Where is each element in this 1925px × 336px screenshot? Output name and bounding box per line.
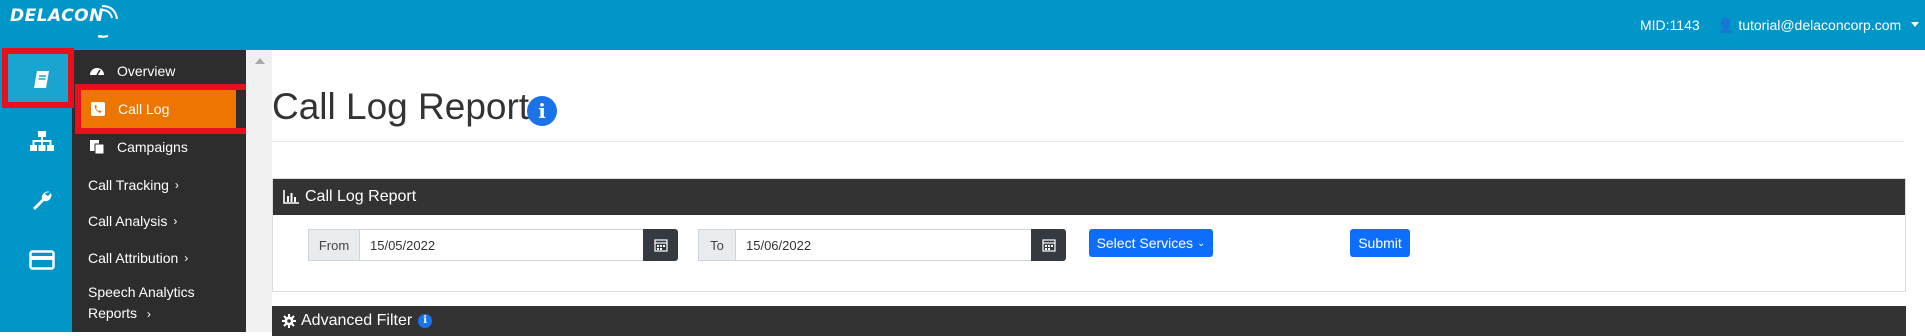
book-icon xyxy=(34,71,49,88)
billing-nav-button[interactable] xyxy=(6,234,78,286)
user-menu[interactable]: 👤 tutorial@delaconcorp.com xyxy=(1717,17,1901,34)
panel-header: Call Log Report xyxy=(273,179,1905,215)
mid-label: MID:1143 xyxy=(1640,17,1700,33)
credit-card-icon xyxy=(29,250,55,270)
info-icon[interactable]: i xyxy=(418,314,433,328)
top-navbar: DELACON MID:1143 👤 tutorial@delaconcorp.… xyxy=(0,0,1925,50)
sitemap-nav-button[interactable] xyxy=(6,115,78,167)
calendar-icon xyxy=(653,239,668,252)
gear-icon xyxy=(282,314,296,328)
select-services-dropdown[interactable]: Select Services ⌄ xyxy=(1089,229,1213,257)
copy-icon xyxy=(90,140,105,155)
logo-waves-icon xyxy=(98,5,118,38)
advanced-filter-title: Advanced Filter xyxy=(301,312,413,329)
divider xyxy=(272,141,1904,142)
scrollbar[interactable] xyxy=(246,50,272,332)
menu-item-label: Speech Analytics xyxy=(88,283,195,300)
chevron-right-icon: › xyxy=(173,214,178,228)
settings-nav-button[interactable] xyxy=(6,174,78,226)
user-email: tutorial@delaconcorp.com xyxy=(1738,17,1902,33)
phone-square-icon xyxy=(91,102,105,116)
sitemap-icon xyxy=(30,131,54,151)
menu-item-label: Call Attribution xyxy=(88,250,179,266)
panel-title: Call Log Report xyxy=(305,188,417,205)
menu-item-speech-analytics[interactable]: Speech Analytics Reports › xyxy=(72,276,246,330)
menu-item-label: Call Log xyxy=(118,101,170,117)
bar-chart-icon xyxy=(283,190,299,204)
menu-item-campaigns[interactable]: Campaigns xyxy=(72,128,246,166)
page-title: Call Log Report xyxy=(272,86,530,127)
to-date-input[interactable]: 15/06/2022 xyxy=(735,229,1032,261)
chevron-down-icon: ⌄ xyxy=(1197,237,1206,249)
menu-item-label: Call Tracking xyxy=(88,177,169,193)
icon-sidebar xyxy=(0,50,78,332)
menu-item-label: Campaigns xyxy=(117,139,188,155)
reports-submenu: Overview Call Log Campaigns Call Trackin… xyxy=(72,50,246,332)
logo: DELACON xyxy=(10,6,104,26)
menu-item-call-analysis[interactable]: Call Analysis › xyxy=(72,202,246,240)
from-calendar-button[interactable] xyxy=(643,229,678,261)
scroll-up-arrow-icon[interactable] xyxy=(255,58,265,64)
from-label: From xyxy=(308,229,360,261)
menu-item-call-log[interactable]: Call Log xyxy=(80,90,236,128)
call-log-report-panel: Call Log Report From 15/05/2022 To 15/06… xyxy=(272,178,1906,292)
to-label: To xyxy=(698,229,736,261)
info-icon[interactable]: i xyxy=(527,96,557,126)
menu-item-call-tracking[interactable]: Call Tracking › xyxy=(72,166,246,204)
menu-item-overview[interactable]: Overview xyxy=(72,52,246,90)
wrench-icon xyxy=(33,191,52,210)
calendar-icon xyxy=(1041,239,1056,252)
menu-item-label-line2: Reports xyxy=(88,304,138,321)
chevron-right-icon: › xyxy=(184,251,189,265)
dashboard-icon xyxy=(90,68,104,76)
user-icon: 👤 xyxy=(1717,17,1735,33)
from-date-input[interactable]: 15/05/2022 xyxy=(359,229,644,261)
chevron-right-icon: › xyxy=(174,178,179,192)
select-services-label: Select Services xyxy=(1096,235,1194,251)
submit-button[interactable]: Submit xyxy=(1350,229,1410,257)
caret-down-icon[interactable] xyxy=(1911,22,1919,27)
menu-item-label: Overview xyxy=(117,63,176,79)
menu-item-call-attribution[interactable]: Call Attribution › xyxy=(72,239,246,277)
menu-item-label: Call Analysis xyxy=(88,213,168,229)
reports-nav-button[interactable] xyxy=(6,54,78,106)
chevron-right-icon: › xyxy=(146,306,151,321)
to-calendar-button[interactable] xyxy=(1031,229,1066,261)
